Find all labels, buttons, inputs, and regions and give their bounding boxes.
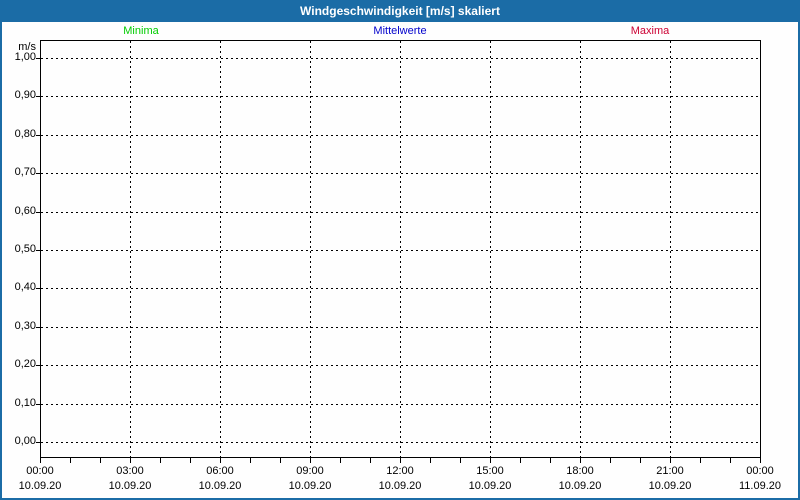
x-axis-tick	[610, 458, 611, 463]
x-axis-tick	[280, 458, 281, 463]
wind-speed-chart-panel: Windgeschwindigkeit [m/s] skaliert Minim…	[0, 0, 800, 500]
x-axis-tick	[430, 458, 431, 463]
x-axis-tick	[460, 458, 461, 463]
v-gridline	[580, 41, 581, 457]
y-tick-label: 0,30	[14, 319, 36, 332]
y-axis-unit-label: m/s	[18, 41, 36, 53]
x-axis-tick	[400, 458, 401, 463]
x-time-label: 00:00	[746, 465, 774, 477]
v-gridline	[400, 41, 401, 457]
y-tick-label: 0,50	[14, 243, 36, 255]
x-date-label: 10.09.20	[378, 480, 422, 492]
x-axis-tick	[640, 458, 641, 463]
x-date-label: 10.09.20	[108, 480, 152, 492]
x-axis-tick	[760, 458, 761, 463]
x-date-label: 10.09.20	[648, 480, 692, 492]
x-date-label: 11.09.20	[738, 480, 781, 492]
x-time-label: 18:00	[566, 465, 594, 477]
y-axis-tick	[36, 96, 40, 98]
v-gridline	[130, 41, 131, 457]
x-time-label: 12:00	[386, 465, 414, 477]
y-axis-tick	[36, 442, 40, 443]
y-tick-label: 0,40	[14, 281, 36, 294]
y-tick-label: 0,90	[14, 89, 36, 102]
x-axis-tick	[730, 458, 731, 463]
x-axis-tick	[220, 458, 221, 463]
y-axis-tick	[36, 173, 40, 175]
x-axis-tick	[190, 458, 191, 463]
x-axis-tick	[130, 458, 131, 463]
legend-item-mittelwerte: Mittelwerte	[373, 25, 427, 37]
x-date-label: 10.09.20	[18, 480, 62, 492]
x-time-label: 03:00	[116, 465, 144, 477]
x-axis-tick	[520, 458, 521, 463]
x-axis-tick	[700, 458, 701, 463]
v-gridline	[310, 41, 311, 457]
y-tick-label: 0,00	[14, 435, 36, 447]
y-axis-tick	[36, 365, 40, 367]
x-axis-tick	[40, 458, 41, 463]
x-axis-tick	[550, 458, 551, 463]
x-date-label: 10.09.20	[558, 480, 602, 492]
x-time-label: 09:00	[296, 465, 324, 477]
legend-item-maxima: Maxima	[630, 25, 670, 37]
x-axis-tick	[250, 458, 251, 463]
x-axis-tick	[670, 458, 671, 463]
v-gridline	[670, 41, 671, 457]
y-axis-tick	[36, 211, 40, 213]
x-date-label: 10.09.20	[288, 480, 332, 492]
y-axis-tick	[36, 403, 40, 405]
y-axis-tick	[36, 134, 40, 136]
y-tick-label: 0,60	[14, 204, 36, 217]
y-tick-label: 0,20	[14, 358, 36, 371]
x-axis-tick	[580, 458, 581, 463]
x-axis-tick	[340, 458, 341, 463]
y-tick-label: 0,70	[14, 166, 36, 179]
chart-title: Windgeschwindigkeit [m/s] skaliert	[300, 4, 500, 18]
y-tick-label: 0,10	[14, 396, 36, 409]
chart-title-bar: Windgeschwindigkeit [m/s] skaliert	[0, 0, 800, 22]
x-axis-tick	[160, 458, 161, 463]
x-axis-tick	[100, 458, 101, 463]
y-axis-tick	[36, 58, 40, 59]
x-axis-tick	[490, 458, 491, 463]
x-axis-tick	[70, 458, 71, 463]
x-time-label: 15:00	[476, 465, 504, 477]
y-axis-tick	[36, 326, 40, 328]
x-time-label: 00:00	[26, 465, 54, 477]
x-date-label: 10.09.20	[198, 480, 242, 492]
y-axis-tick	[36, 250, 40, 251]
x-axis-tick	[370, 458, 371, 463]
y-axis-tick	[36, 288, 40, 290]
y-tick-label: 0,80	[14, 127, 36, 140]
x-date-label: 10.09.20	[468, 480, 512, 492]
x-axis-tick	[310, 458, 311, 463]
legend-item-minima: Minima	[123, 25, 159, 37]
v-gridline	[490, 41, 491, 457]
v-gridline	[220, 41, 221, 457]
x-time-label: 06:00	[206, 465, 234, 477]
x-time-label: 21:00	[656, 465, 684, 477]
